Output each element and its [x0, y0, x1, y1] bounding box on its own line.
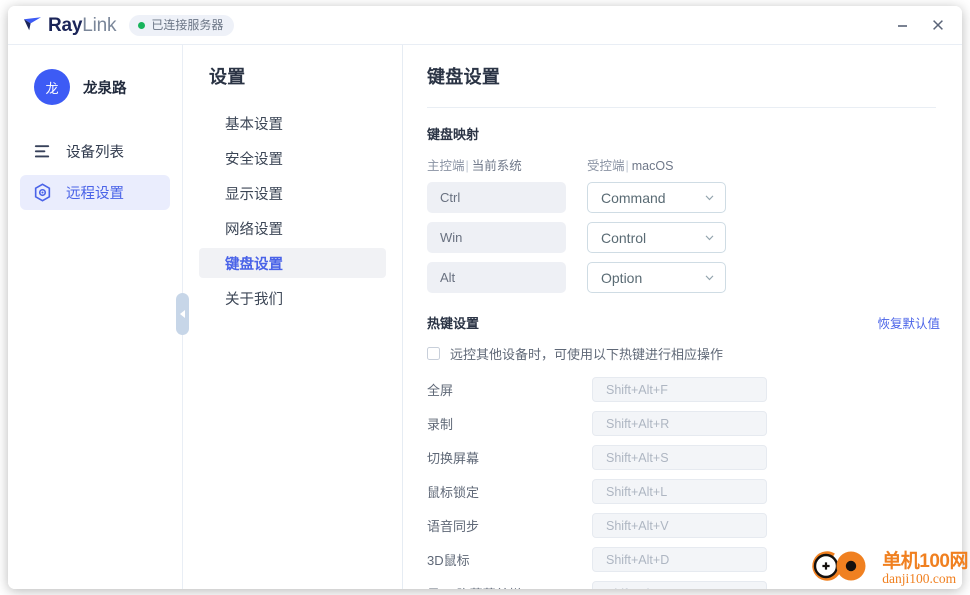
hotkey-row: 鼠标锁定 Shift+Alt+L — [427, 479, 936, 504]
page-title: 键盘设置 — [427, 63, 936, 108]
chevron-left-icon — [180, 310, 185, 318]
main-content: 键盘设置 键盘映射 主控端| 当前系统 受控端| macOS Ctrl Comman… — [403, 45, 962, 589]
settings-hexagon-icon — [33, 183, 52, 202]
restore-defaults-link[interactable]: 恢复默认值 — [877, 313, 940, 332]
hotkey-label-voice-sync: 语音同步 — [427, 519, 480, 534]
sidebar-item-device-list[interactable]: 设备列表 — [20, 134, 170, 169]
avatar: 龙 — [34, 69, 70, 105]
keymap-target-select-1[interactable]: Control — [587, 222, 726, 253]
keymap-target-value-2: Option — [601, 269, 643, 286]
sidebar-item-device-list-label: 设备列表 — [66, 145, 124, 161]
keymap-header-controller: 主控端| 当前系统 — [427, 155, 587, 174]
hotkey-input-switch-screen[interactable]: Shift+Alt+S — [592, 445, 767, 470]
keymap-header-controlled-name: 受控端 — [587, 159, 625, 173]
window-controls — [884, 10, 956, 40]
keymap-header-controller-name: 主控端 — [427, 159, 465, 173]
logo-text-link: Link — [82, 14, 117, 36]
keymap-row: Alt Option — [427, 262, 936, 293]
chevron-down-icon — [705, 235, 714, 241]
hotkey-label-toggle-menubar: 显示/隐藏菜单栏 — [427, 584, 592, 589]
menu-item-about-us[interactable]: 关于我们 — [199, 283, 386, 313]
keymap-source-ctrl: Ctrl — [427, 182, 566, 213]
settings-menu-title: 设置 — [209, 67, 246, 87]
minimize-button[interactable] — [884, 10, 920, 40]
hotkey-enable-row: 远控其他设备时，可使用以下热键进行相应操作 — [427, 344, 936, 363]
collapse-panel-handle[interactable] — [176, 293, 189, 335]
hotkey-label-3d-mouse: 3D鼠标 — [427, 553, 470, 568]
keymap-target-value-0: Command — [601, 189, 666, 206]
keymap-header-right-separator: | — [625, 159, 629, 173]
keyboard-mapping-section-label: 键盘映射 — [427, 127, 480, 142]
hotkey-input-record[interactable]: Shift+Alt+R — [592, 411, 767, 436]
hotkey-label-record: 录制 — [427, 417, 454, 432]
keymap-target-select-2[interactable]: Option — [587, 262, 726, 293]
left-navigation: 龙 龙泉路 设备列表 远程设置 — [8, 45, 189, 589]
settings-menu-column: 设置 基本设置 安全设置 显示设置 网络设置 键盘设置 关于我们 — [183, 45, 403, 589]
menu-item-display-settings[interactable]: 显示设置 — [199, 178, 386, 208]
hotkey-section-label: 热键设置 — [427, 316, 480, 331]
hotkey-row: 3D鼠标 Shift+Alt+D — [427, 547, 936, 572]
keymap-header-controller-system: 当前系统 — [471, 159, 522, 173]
hotkey-input-toggle-menubar[interactable]: Shift+Alt+B — [592, 581, 767, 589]
keymap-column-headers: 主控端| 当前系统 受控端| macOS — [427, 155, 936, 174]
title-bar: RayLink 已连接服务器 — [8, 6, 962, 45]
menu-item-basic-settings[interactable]: 基本设置 — [199, 108, 386, 138]
application-window: RayLink 已连接服务器 龙 龙泉路 设备列表 远程设置 设置 基本设置 安… — [8, 6, 962, 589]
paper-plane-icon — [22, 15, 43, 35]
sidebar-item-remote-settings-label: 远程设置 — [66, 186, 124, 202]
keymap-header-controlled-system: macOS — [631, 159, 674, 173]
hotkey-input-voice-sync[interactable]: Shift+Alt+V — [592, 513, 767, 538]
hotkey-input-fullscreen[interactable]: Shift+Alt+F — [592, 377, 767, 402]
keymap-header-controlled: 受控端| macOS — [587, 155, 673, 174]
hotkey-row: 全屏 Shift+Alt+F — [427, 377, 936, 402]
menu-item-network-settings[interactable]: 网络设置 — [199, 213, 386, 243]
keymap-source-win: Win — [427, 222, 566, 253]
menu-item-keyboard-settings[interactable]: 键盘设置 — [199, 248, 386, 278]
close-icon — [933, 20, 943, 30]
hotkey-row: 切换屏幕 Shift+Alt+S — [427, 445, 936, 470]
logo-text-ray: Ray — [48, 14, 83, 36]
nav-list: 设备列表 远程设置 — [8, 134, 182, 210]
hotkey-row: 显示/隐藏菜单栏 Shift+Alt+B — [427, 581, 936, 589]
list-lines-icon — [33, 142, 52, 161]
window-body: 龙 龙泉路 设备列表 远程设置 设置 基本设置 安全设置 显示设置 网络设置 键… — [8, 45, 962, 589]
hotkey-label-fullscreen: 全屏 — [427, 383, 454, 398]
status-badge-label: 已连接服务器 — [151, 18, 224, 32]
close-button[interactable] — [920, 10, 956, 40]
keymap-target-value-1: Control — [601, 229, 647, 246]
hotkey-section-header: 热键设置 恢复默认值 — [427, 313, 940, 332]
keymap-row: Ctrl Command — [427, 182, 936, 213]
keymap-header-left-separator: | — [465, 159, 469, 173]
hotkey-row: 语音同步 Shift+Alt+V — [427, 513, 936, 538]
chevron-down-icon — [705, 195, 714, 201]
hotkey-label-switch-screen: 切换屏幕 — [427, 451, 480, 466]
hotkey-enable-label: 远控其他设备时，可使用以下热键进行相应操作 — [450, 347, 724, 362]
hotkey-input-mouse-lock[interactable]: Shift+Alt+L — [592, 479, 767, 504]
hotkey-row: 录制 Shift+Alt+R — [427, 411, 936, 436]
minimize-icon — [897, 24, 907, 27]
menu-item-security-settings[interactable]: 安全设置 — [199, 143, 386, 173]
hotkey-label-mouse-lock: 鼠标锁定 — [427, 485, 480, 500]
keymap-row: Win Control — [427, 222, 936, 253]
chevron-down-icon — [705, 275, 714, 281]
sidebar-item-remote-settings[interactable]: 远程设置 — [20, 175, 170, 210]
hotkey-enable-checkbox[interactable] — [427, 347, 440, 360]
app-logo-text: RayLink — [48, 14, 117, 36]
connection-status-badge: 已连接服务器 — [129, 14, 235, 36]
user-profile[interactable]: 龙 龙泉路 — [8, 65, 182, 109]
app-logo: RayLink — [22, 14, 117, 36]
keymap-source-alt: Alt — [427, 262, 566, 293]
hotkey-input-3d-mouse[interactable]: Shift+Alt+D — [592, 547, 767, 572]
status-dot-icon — [138, 21, 146, 29]
keymap-target-select-0[interactable]: Command — [587, 182, 726, 213]
app-root: RayLink 已连接服务器 龙 龙泉路 设备列表 远程设置 设置 基本设置 安… — [0, 0, 970, 595]
profile-name: 龙泉路 — [83, 80, 127, 97]
